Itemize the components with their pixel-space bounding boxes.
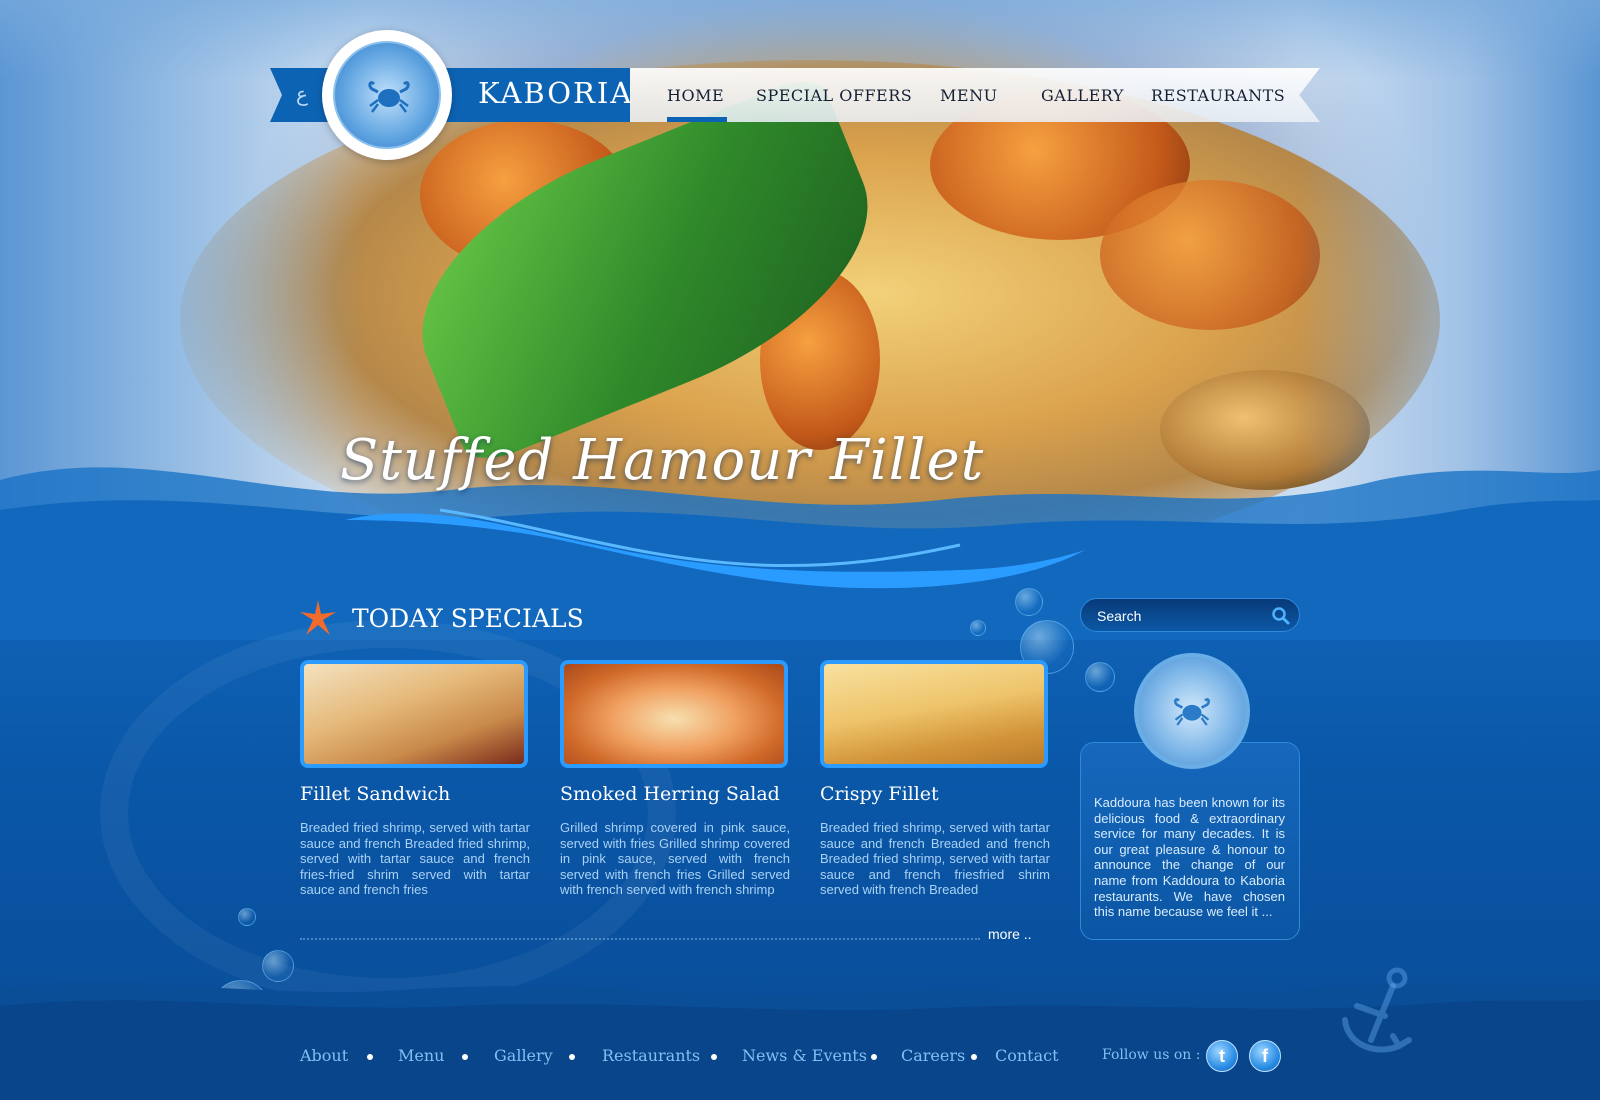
nav-home[interactable]: HOME [667,86,724,105]
special-image-smoked-herring-salad[interactable] [560,660,788,768]
special-title[interactable]: Fillet Sandwich [300,783,450,805]
special-image-fillet-sandwich[interactable] [300,660,528,768]
nav-special-offers[interactable]: SPECIAL OFFERS [756,86,912,105]
nav-gallery[interactable]: GALLERY [1041,86,1124,105]
special-description: Breaded fried shrimp, served with tartar… [820,820,1050,897]
anchor-icon [1342,967,1412,1053]
bubble-decoration [970,620,986,636]
search-icon[interactable] [1271,606,1291,626]
footer-link-restaurants[interactable]: Restaurants [602,1046,700,1065]
footer-bullet [462,1054,468,1060]
crab-icon [1174,698,1210,726]
footer-link-gallery[interactable]: Gallery [494,1046,553,1065]
footer-bullet [569,1054,575,1060]
bubble-decoration [1015,588,1043,616]
search-input[interactable] [1095,605,1269,627]
footer-bullet [971,1054,977,1060]
special-title[interactable]: Smoked Herring Salad [560,783,780,805]
bubble-decoration [1085,662,1115,692]
shrimp-graphic [1100,180,1320,330]
special-image-crispy-fillet[interactable] [820,660,1048,768]
sidebar-logo [1134,653,1250,769]
language-toggle[interactable]: ع [296,82,308,107]
twitter-icon[interactable]: t [1206,1040,1238,1072]
more-link[interactable]: more .. [988,926,1032,942]
follow-label: Follow us on : [1102,1047,1201,1063]
search-box [1080,598,1300,632]
footer-bullet [711,1054,717,1060]
footer-link-news-events[interactable]: News & Events [742,1046,867,1065]
special-title[interactable]: Crispy Fillet [820,783,939,805]
footer-bullet [871,1054,877,1060]
about-text: Kaddoura has been known for its deliciou… [1094,795,1285,920]
logo[interactable] [322,30,452,160]
footer-link-menu[interactable]: Menu [398,1046,444,1065]
nav-active-indicator [667,117,727,122]
footer-link-careers[interactable]: Careers [901,1046,965,1065]
starfish-icon [298,598,338,638]
special-description: Grilled shrimp covered in pink sauce, se… [560,820,790,897]
footer-link-contact[interactable]: Contact [995,1046,1059,1065]
hero-title: Stuffed Hamour Fillet [340,428,985,493]
facebook-icon[interactable]: f [1249,1040,1281,1072]
dotted-divider [300,938,980,940]
special-description: Breaded fried shrimp, served with tartar… [300,820,530,897]
footer-link-about[interactable]: About [300,1046,348,1065]
brand-name[interactable]: KABORIA [478,76,633,110]
section-title: TODAY SPECIALS [352,604,584,633]
crab-icon [368,81,410,113]
bubble-decoration [238,908,256,926]
nav-menu[interactable]: MENU [940,86,998,105]
footer-bullet [367,1054,373,1060]
nav-restaurants[interactable]: RESTAURANTS [1151,86,1285,105]
